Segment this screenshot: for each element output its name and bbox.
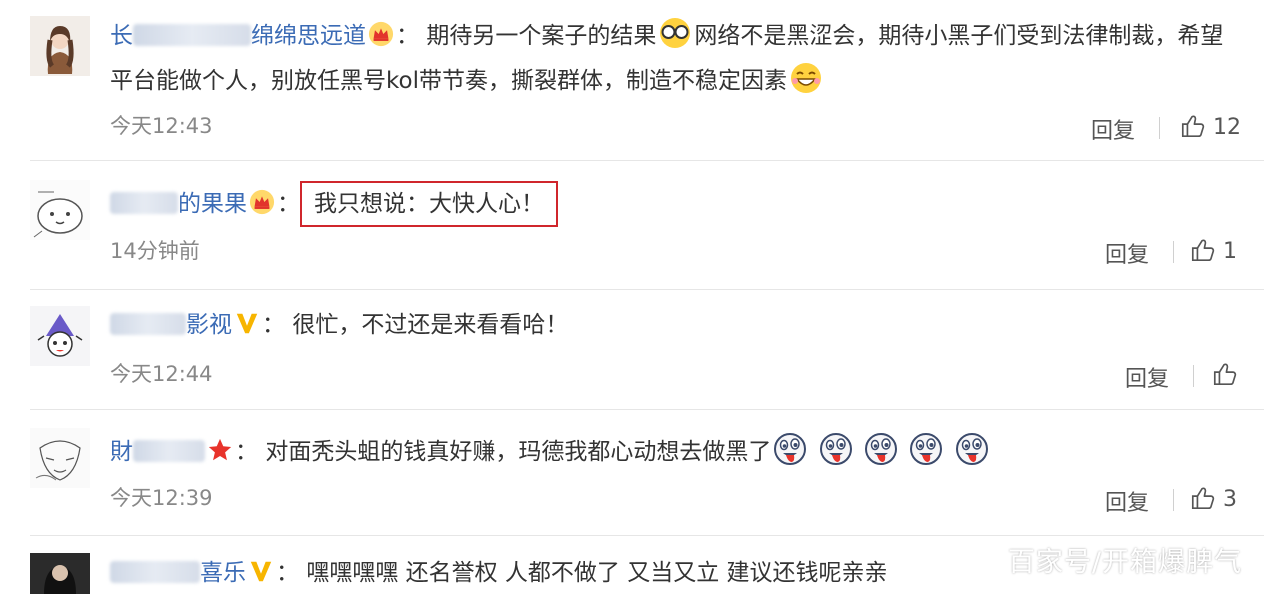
avatar[interactable]	[30, 180, 90, 240]
username[interactable]: 的果果	[110, 191, 247, 217]
grin-emoji-icon	[790, 63, 821, 93]
comment-text-line-1: 长 绵绵思远道 ： 期待另一个案子的结果 网络不是黑涩会，期待小黑子们受到法律制裁，希…	[110, 16, 1223, 53]
blurred-username	[110, 561, 200, 583]
reply-button[interactable]: 回复	[1105, 485, 1149, 517]
blurred-username	[133, 24, 251, 46]
comment-text: 平台能做个人，别放任黑号kol带节奏，撕裂群体，制造不稳定因素	[110, 68, 787, 94]
thumbs-up-icon	[1190, 485, 1216, 511]
colon: ：	[276, 560, 299, 586]
divider	[1173, 241, 1174, 263]
blurred-username	[110, 192, 178, 214]
timestamp: 14分钟前	[110, 239, 200, 263]
comment-text: 期待另一个案子的结果	[426, 23, 657, 49]
thumbs-up-icon	[1212, 361, 1238, 387]
timestamp: 今天12:44	[110, 362, 213, 386]
colon: ：	[262, 312, 285, 338]
comment-divider	[30, 535, 1264, 536]
comment-divider	[30, 289, 1264, 290]
username-visible: 绵绵思远道	[251, 23, 366, 49]
comment-divider	[30, 409, 1264, 410]
divider	[1173, 489, 1174, 511]
reply-button[interactable]: 回复	[1105, 237, 1149, 269]
comment-text-line-2: 平台能做个人，别放任黑号kol带节奏，撕裂群体，制造不稳定因素	[110, 61, 825, 98]
timestamp: 今天12:43	[110, 114, 213, 138]
comment-text: 对面秃头蛆的钱真好赚，玛德我都心动想去做黑了	[265, 439, 772, 465]
like-button[interactable]: 1	[1190, 237, 1237, 264]
username-visible: 喜乐	[200, 560, 246, 586]
colon: ：	[235, 439, 258, 465]
username-prefix: 財	[110, 439, 133, 465]
tongue-emoji-icon	[819, 432, 853, 466]
comment-divider	[30, 160, 1264, 161]
comment-text-line-1: 影视 ： 很忙，不过还是来看看哈！	[110, 308, 568, 342]
divider	[1159, 117, 1160, 139]
username[interactable]: 影视	[110, 312, 232, 338]
like-button[interactable]	[1212, 361, 1238, 388]
blurred-username	[110, 313, 186, 335]
like-count: 1	[1223, 239, 1237, 264]
avatar[interactable]	[30, 428, 90, 488]
verified-v-icon	[234, 310, 260, 336]
watermark: 百家号/开箱爆脾气	[1007, 547, 1242, 578]
tongue-emoji-icon	[955, 432, 989, 466]
thumbs-up-icon	[1190, 237, 1216, 263]
thumbs-up-icon	[1180, 113, 1206, 139]
reply-button[interactable]: 回复	[1091, 113, 1135, 145]
username-visible: 影视	[186, 312, 232, 338]
crown-badge-icon	[368, 21, 394, 47]
like-button[interactable]: 12	[1180, 113, 1241, 140]
username[interactable]: 喜乐	[110, 560, 246, 586]
username[interactable]: 財	[110, 439, 205, 465]
avatar[interactable]	[30, 306, 90, 366]
verified-v-icon	[248, 558, 274, 584]
colon: ：	[396, 23, 419, 49]
timestamp: 今天12:39	[110, 486, 213, 510]
sunglasses-emoji-icon	[660, 18, 691, 48]
comment-text-line-1: 的果果 ： 我只想说：大快人心！	[110, 181, 558, 227]
blurred-username	[133, 440, 205, 462]
avatar[interactable]	[30, 553, 90, 594]
comment-text: 网络不是黑涩会，期待小黑子们受到法律制裁，希望	[694, 23, 1224, 49]
highlighted-comment-text: 我只想说：大快人心！	[300, 181, 558, 227]
divider	[1193, 365, 1194, 387]
comment-text: 很忙，不过还是来看看哈！	[292, 312, 569, 338]
comment-text-line-1: 財 ： 对面秃头蛆的钱真好赚，玛德我都心动想去做黑了	[110, 432, 991, 469]
username[interactable]: 长 绵绵思远道	[110, 23, 366, 49]
crown-badge-icon	[249, 189, 275, 215]
username-prefix: 长	[110, 23, 133, 49]
colon: ：	[277, 191, 300, 217]
username-visible: 的果果	[178, 191, 247, 217]
comment-text: 嘿嘿嘿嘿 还名誉权 人都不做了 又当又立 建议还钱呢亲亲	[306, 560, 888, 586]
tongue-emoji-icon	[909, 432, 943, 466]
tongue-emoji-icon	[773, 432, 807, 466]
reply-button[interactable]: 回复	[1125, 361, 1169, 393]
avatar[interactable]	[30, 16, 90, 76]
star-badge-icon	[207, 437, 233, 463]
comment-text-line-1: 喜乐 ： 嘿嘿嘿嘿 还名誉权 人都不做了 又当又立 建议还钱呢亲亲	[110, 556, 888, 590]
tongue-emoji-icon	[864, 432, 898, 466]
like-count: 12	[1213, 115, 1241, 140]
like-count: 3	[1223, 487, 1237, 512]
comment-text: 我只想说：大快人心！	[314, 191, 544, 217]
like-button[interactable]: 3	[1190, 485, 1237, 512]
